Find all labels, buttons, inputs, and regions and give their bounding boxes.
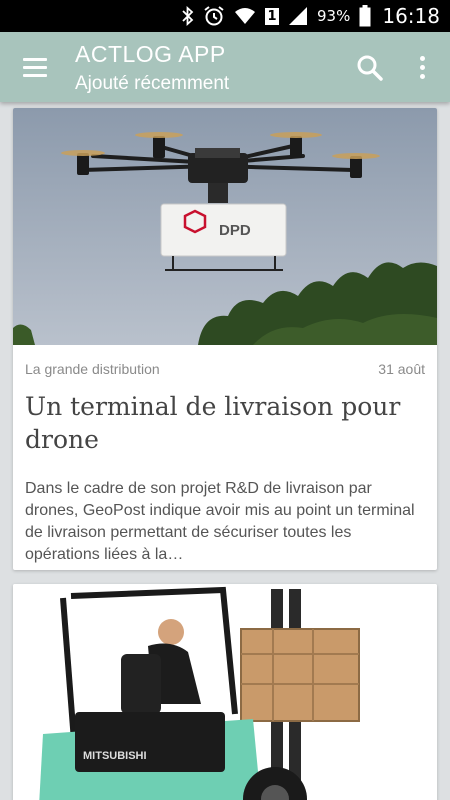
more-vert-icon[interactable] — [410, 50, 434, 84]
article-excerpt: Dans le cadre de son projet R&D de livra… — [25, 480, 415, 563]
search-icon[interactable] — [354, 52, 386, 84]
app-subtitle: Ajouté récemment — [75, 73, 230, 94]
bluetooth-icon — [182, 6, 194, 26]
article-category: La grande distribution — [25, 361, 160, 377]
article-feed[interactable]: DPD La grande distribution 31 août Un te… — [0, 102, 450, 800]
wifi-icon — [234, 6, 256, 26]
article-image-drone: DPD — [13, 108, 437, 345]
article-title[interactable]: Un terminal de livraison pour drone — [25, 390, 425, 456]
alarm-icon — [203, 5, 225, 27]
article-image-forklift: MITSUBISHI — [13, 584, 437, 800]
menu-icon[interactable] — [18, 52, 52, 82]
sim-slot-badge: 1 — [265, 7, 280, 25]
battery-percentage: 93% — [317, 7, 351, 25]
article-card[interactable]: DPD La grande distribution 31 août Un te… — [13, 108, 437, 570]
clock: 16:18 — [382, 4, 440, 28]
status-bar: 1 93% 16:18 — [0, 0, 450, 32]
battery-icon — [359, 5, 371, 27]
app-bar: ACTLOG APP Ajouté récemment — [0, 32, 450, 102]
article-date: 31 août — [378, 361, 425, 377]
article-card[interactable]: MITSUBISHI — [13, 584, 437, 800]
signal-icon — [288, 6, 308, 26]
app-title: ACTLOG APP — [75, 41, 226, 67]
forklift-brand-label: MITSUBISHI — [83, 750, 147, 762]
package-label: DPD — [219, 222, 251, 239]
